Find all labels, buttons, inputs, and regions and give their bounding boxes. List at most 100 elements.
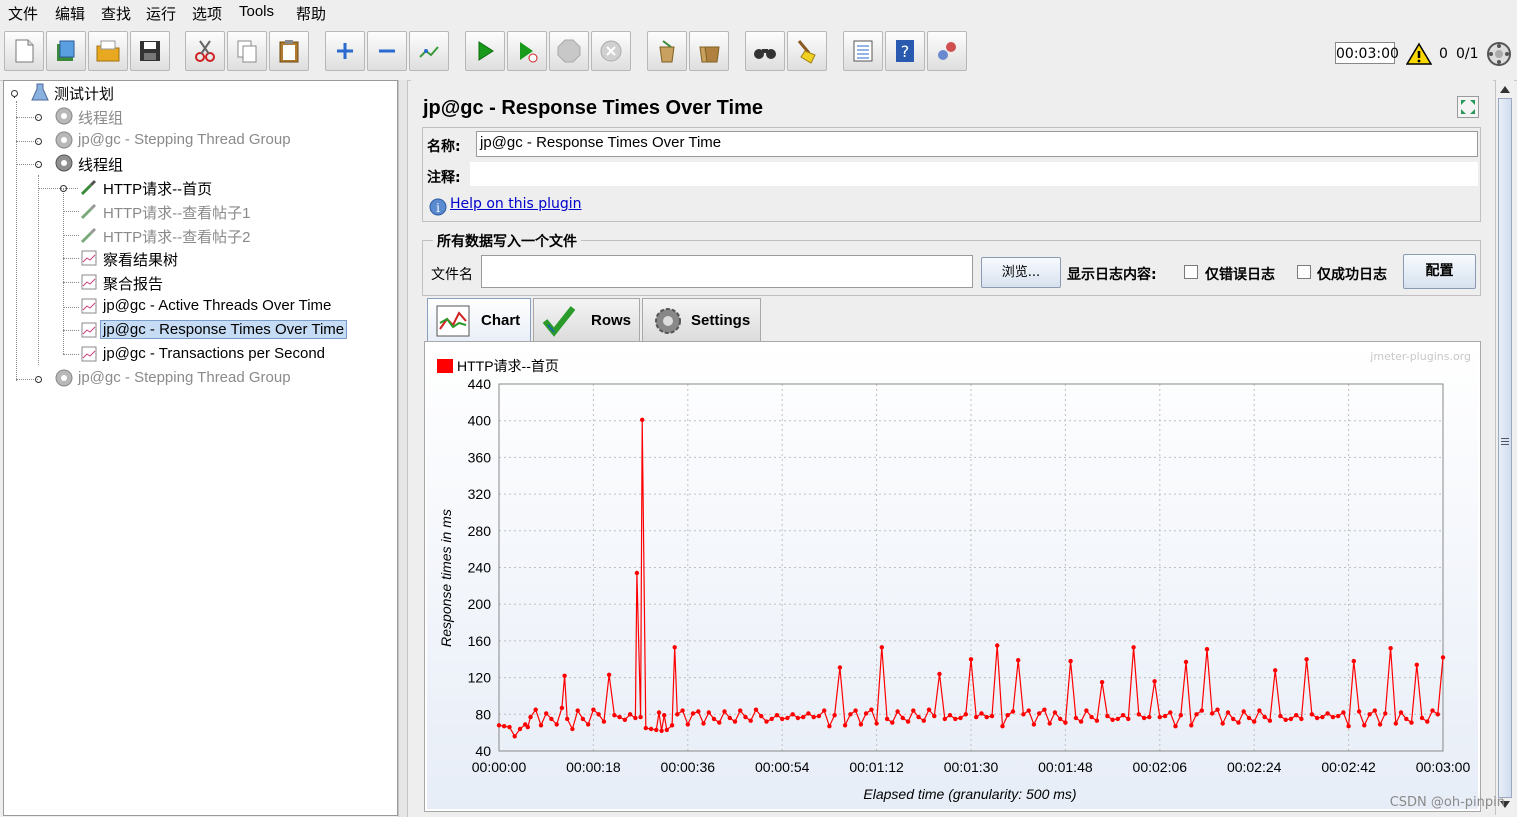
split-divider[interactable] — [398, 80, 408, 817]
name-field[interactable]: jp@gc - Response Times Over Time — [476, 131, 1478, 157]
comment-field[interactable] — [470, 162, 1478, 186]
stop-button[interactable] — [549, 31, 589, 71]
expand-handle-icon[interactable] — [59, 184, 68, 193]
toggle-button[interactable] — [409, 31, 449, 71]
data-point — [1204, 647, 1210, 652]
menu-run[interactable]: 运行 — [146, 3, 176, 24]
gear-icon — [55, 154, 73, 172]
function-helper-button[interactable] — [843, 31, 883, 71]
test-plan-tree[interactable]: 测试计划 线程组 jp@gc - Stepping Thread Group 线… — [3, 80, 398, 816]
vertical-scrollbar[interactable] — [1495, 80, 1514, 815]
search-button[interactable] — [745, 31, 785, 71]
menu-options[interactable]: 选项 — [192, 3, 222, 24]
data-point — [1047, 721, 1052, 726]
data-point — [727, 715, 732, 721]
paste-button[interactable] — [269, 31, 309, 71]
menu-edit[interactable]: 编辑 — [55, 3, 85, 24]
data-point — [680, 708, 685, 713]
data-point — [1099, 680, 1105, 685]
listener-icon — [81, 346, 97, 362]
data-point — [979, 711, 984, 716]
data-point — [853, 708, 858, 713]
clear-all-button[interactable] — [689, 31, 729, 71]
shutdown-button[interactable] — [591, 31, 631, 71]
thread-count: 0/1 — [1456, 46, 1479, 62]
data-point — [580, 716, 586, 722]
data-point — [1377, 722, 1383, 727]
play-no-pause-icon — [520, 42, 538, 63]
browse-button[interactable]: 浏览... — [981, 257, 1061, 288]
info-icon: i — [429, 198, 447, 216]
open-button[interactable] — [88, 31, 128, 71]
listener-icon — [81, 298, 97, 314]
start-button[interactable] — [465, 31, 505, 71]
test-plan-icon — [31, 83, 49, 101]
menu-search[interactable]: 查找 — [101, 3, 131, 24]
data-point — [963, 712, 968, 717]
tab-settings[interactable]: Settings — [642, 298, 761, 341]
clear-button[interactable] — [647, 31, 687, 71]
y-tick-label: 280 — [468, 523, 492, 539]
x-axis-label: Elapsed time (granularity: 500 ms) — [863, 786, 1076, 802]
svg-text:i: i — [436, 201, 440, 215]
data-point — [953, 716, 958, 722]
start-no-pause-button[interactable] — [507, 31, 547, 71]
collapse-handle-icon[interactable] — [34, 160, 43, 169]
remote-button[interactable] — [927, 31, 967, 71]
data-point — [1037, 711, 1042, 716]
menu-tools[interactable]: Tools — [239, 3, 274, 20]
save-button[interactable] — [130, 31, 170, 71]
expand-handle-icon[interactable] — [34, 375, 43, 384]
data-point — [1105, 713, 1110, 719]
collapse-handle-icon[interactable] — [10, 89, 19, 98]
data-point — [1362, 723, 1367, 728]
errors-only-label: 仅错误日志 — [1205, 267, 1275, 283]
data-point — [1183, 659, 1189, 665]
data-point — [1372, 708, 1377, 713]
tab-rows[interactable]: Rows — [533, 298, 640, 341]
reset-search-button[interactable] — [787, 31, 827, 71]
minus-icon — [379, 49, 395, 53]
filename-input[interactable] — [481, 255, 973, 288]
data-point — [911, 708, 916, 713]
warning-icon[interactable] — [1406, 42, 1432, 66]
warning-count: 0 — [1439, 46, 1448, 62]
data-point — [672, 645, 677, 650]
help-link[interactable]: Help on this plugin — [450, 196, 582, 212]
file-group-title: 所有数据写入一个文件 — [433, 231, 581, 251]
binoculars-icon — [754, 49, 776, 59]
expand-all-button[interactable] — [325, 31, 365, 71]
cut-button[interactable] — [185, 31, 225, 71]
data-point — [1273, 668, 1278, 673]
menu-file[interactable]: 文件 — [8, 3, 38, 24]
data-point — [748, 718, 753, 723]
data-point — [1021, 712, 1026, 717]
maximize-button[interactable] — [1457, 96, 1479, 118]
data-point — [921, 718, 926, 723]
pipette-icon — [80, 227, 97, 244]
expand-handle-icon[interactable] — [34, 137, 43, 146]
new-button[interactable] — [4, 31, 44, 71]
tab-chart[interactable]: Chart — [427, 298, 531, 343]
listener-icon — [81, 274, 97, 290]
menu-help[interactable]: 帮助 — [296, 3, 326, 24]
data-point — [596, 712, 601, 717]
x-tick-label: 00:00:54 — [755, 759, 810, 775]
data-point — [942, 716, 947, 722]
toolbar: ? 00:03:00 0 0/1 — [0, 26, 1517, 81]
data-point — [926, 707, 932, 712]
configure-button[interactable]: 配置 — [1403, 254, 1476, 289]
help-button[interactable]: ? — [885, 31, 925, 71]
collapse-all-button[interactable] — [367, 31, 407, 71]
data-point — [1430, 708, 1435, 713]
data-point — [1052, 710, 1058, 715]
expand-handle-icon[interactable] — [34, 113, 43, 122]
errors-only-checkbox[interactable] — [1184, 265, 1198, 279]
copy-button[interactable] — [227, 31, 267, 71]
data-point — [1189, 723, 1194, 728]
scroll-up-icon[interactable] — [1499, 84, 1511, 94]
success-only-checkbox[interactable] — [1297, 265, 1311, 279]
data-point — [1073, 715, 1079, 721]
templates-button[interactable] — [46, 31, 86, 71]
scroll-thumb[interactable] — [1498, 98, 1512, 798]
